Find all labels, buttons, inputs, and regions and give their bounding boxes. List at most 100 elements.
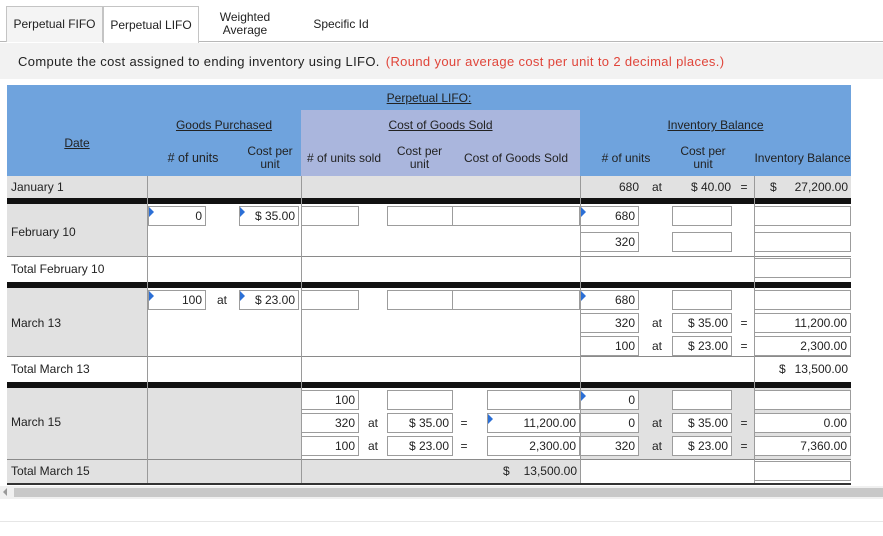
date-jan1: January 1 bbox=[11, 180, 64, 194]
inventory-balance-header: Inventory Balance bbox=[667, 118, 764, 132]
horizontal-scrollbar[interactable] bbox=[0, 486, 883, 499]
mar13-balance-units-3-input[interactable]: 100 bbox=[580, 336, 639, 356]
jan1-balance-cost: $ 40.00 bbox=[690, 180, 731, 194]
tab-perpetual-fifo[interactable]: Perpetual FIFO bbox=[6, 6, 103, 42]
mar15-balance-total-2-input[interactable]: 0.00 bbox=[754, 413, 851, 433]
feb10-balance-total-1-input[interactable] bbox=[754, 206, 851, 226]
tab-weighted-average[interactable]: Weighted Average bbox=[205, 6, 285, 42]
date-mar15: March 15 bbox=[11, 415, 62, 429]
mar15-sold-cost-3-input[interactable]: $ 23.00 bbox=[387, 436, 453, 456]
input-flag-icon bbox=[240, 207, 245, 217]
mar13-balance-cost-2-input[interactable]: $ 35.00 bbox=[672, 313, 732, 333]
mar13-balance-units-3-value: 100 bbox=[614, 339, 635, 353]
mar15-sold-cost-2-input[interactable]: $ 35.00 bbox=[387, 413, 453, 433]
mar13-balance-units-2-value: 320 bbox=[614, 316, 635, 330]
mar15-balance-units-1-input[interactable]: 0 bbox=[580, 390, 639, 410]
mar15-sold-units-3-value: 100 bbox=[334, 439, 355, 453]
feb10-total-balance-input[interactable] bbox=[754, 258, 851, 278]
mar13-purchased-units-input[interactable]: 100 bbox=[148, 290, 206, 310]
goods-purchased-header: Goods Purchased bbox=[175, 118, 273, 132]
mar15-balance-cost-3-input[interactable]: $ 23.00 bbox=[672, 436, 732, 456]
jan1-eq: = bbox=[740, 180, 748, 194]
mar13-purchased-cost-input[interactable]: $ 23.00 bbox=[239, 290, 299, 310]
cogs-header: Cost of Goods Sold bbox=[463, 151, 569, 165]
mar15-cogs-2-input[interactable]: 11,200.00 bbox=[487, 413, 580, 433]
feb10-purchased-units-input[interactable]: 0 bbox=[148, 206, 206, 226]
scrollbar-thumb[interactable] bbox=[14, 488, 883, 497]
mar13-balance-total-3-input[interactable]: 2,300.00 bbox=[754, 336, 851, 356]
mar15-sold-eq-3: = bbox=[460, 439, 468, 453]
mar15-balance-total-1-input[interactable] bbox=[754, 390, 851, 410]
mar15-balance-units-3-input[interactable]: 320 bbox=[580, 436, 639, 456]
mar13-balance-total-1-input[interactable] bbox=[754, 290, 851, 310]
tab-bar: Perpetual FIFO Perpetual LIFO Weighted A… bbox=[0, 0, 883, 43]
feb10-sold-cost-input[interactable] bbox=[387, 206, 453, 226]
mar15-cogs-1-input[interactable] bbox=[487, 390, 580, 410]
separator-feb10 bbox=[7, 198, 851, 204]
input-flag-icon bbox=[581, 291, 586, 301]
mar13-balance-units-1-value: 680 bbox=[614, 293, 635, 307]
mar13-at-2: at bbox=[651, 316, 662, 330]
mar13-balance-cost-2-value: $ 35.00 bbox=[687, 316, 728, 330]
mar13-balance-total-2-input[interactable]: 11,200.00 bbox=[754, 313, 851, 333]
date-feb10-total: Total February 10 bbox=[11, 262, 105, 276]
mar15-sold-units-2-input[interactable]: 320 bbox=[301, 413, 359, 433]
mar13-cogs-input[interactable] bbox=[452, 290, 580, 310]
mar13-total-dollar: $ bbox=[779, 362, 786, 376]
feb10-purchased-cost-input[interactable]: $ 35.00 bbox=[239, 206, 299, 226]
feb10-cogs-input[interactable] bbox=[452, 206, 580, 226]
mar15-sold-cost-1-input[interactable] bbox=[387, 390, 453, 410]
mar15-balance-units-1-value: 0 bbox=[628, 393, 635, 407]
mar15-balance-cost-1-input[interactable] bbox=[672, 390, 732, 410]
balance-cost-header: Cost per unit bbox=[680, 144, 726, 171]
mar13-balance-cost-3-input[interactable]: $ 23.00 bbox=[672, 336, 732, 356]
mar15-balance-total-3-input[interactable]: 7,360.00 bbox=[754, 436, 851, 456]
mar15-balance-cost-2-value: $ 35.00 bbox=[687, 416, 728, 430]
mar15-cogs-3-input[interactable]: 2,300.00 bbox=[487, 436, 580, 456]
input-flag-icon bbox=[240, 291, 245, 301]
mar15-sold-units-3-input[interactable]: 100 bbox=[301, 436, 359, 456]
mar13-sold-units-input[interactable] bbox=[301, 290, 359, 310]
mar15-balance-units-2-input[interactable]: 0 bbox=[580, 413, 639, 433]
jan1-balance-units: 680 bbox=[618, 180, 639, 194]
table-title: Perpetual LIFO: bbox=[386, 91, 472, 105]
scroll-left-arrow-icon[interactable] bbox=[3, 488, 7, 496]
tab-specific-id[interactable]: Specific Id bbox=[296, 6, 386, 42]
tab-perpetual-lifo[interactable]: Perpetual LIFO bbox=[103, 6, 199, 43]
mar15-sold-at-2: at bbox=[367, 416, 378, 430]
mar13-balance-units-1-input[interactable]: 680 bbox=[580, 290, 639, 310]
mar13-at-3: at bbox=[651, 339, 662, 353]
date-mar13-total: Total March 13 bbox=[11, 362, 90, 376]
mar15-cogs-3-value: 2,300.00 bbox=[529, 439, 576, 453]
balance-units-header: # of units bbox=[601, 151, 651, 165]
feb10-balance-units-2-input[interactable]: 320 bbox=[580, 232, 639, 252]
date-col-header: Date bbox=[64, 136, 90, 150]
feb10-balance-total-2-input[interactable] bbox=[754, 232, 851, 252]
mar15-balance-cost-2-input[interactable]: $ 35.00 bbox=[672, 413, 732, 433]
mar13-total-balance: 13,500.00 bbox=[794, 362, 848, 376]
mar13-balance-total-2-value: 11,200.00 bbox=[794, 316, 848, 330]
feb10-balance-units-1-input[interactable]: 680 bbox=[580, 206, 639, 226]
mar15-sold-cost-3-value: $ 23.00 bbox=[408, 439, 449, 453]
balance-total-header: Inventory Balance bbox=[754, 150, 851, 165]
mar15-total-balance-input[interactable] bbox=[754, 461, 851, 481]
mar15-sold-cost-2-value: $ 35.00 bbox=[408, 416, 449, 430]
mar13-balance-cost-1-input[interactable] bbox=[672, 290, 732, 310]
mar15-sold-units-1-input[interactable]: 100 bbox=[301, 390, 359, 410]
mar15-total-dollar: $ bbox=[503, 464, 510, 478]
date-mar15-total: Total March 15 bbox=[11, 464, 90, 478]
feb10-balance-units-2-value: 320 bbox=[614, 235, 635, 249]
line-mar15-total bbox=[7, 459, 851, 460]
feb10-sold-units-input[interactable] bbox=[301, 206, 359, 226]
line-feb-total bbox=[7, 256, 851, 257]
mar13-balance-units-2-input[interactable]: 320 bbox=[580, 313, 639, 333]
mar13-purchased-cost-value: $ 23.00 bbox=[254, 293, 295, 307]
date-feb10: February 10 bbox=[11, 225, 76, 239]
feb10-balance-cost-1-input[interactable] bbox=[672, 206, 732, 226]
question-text: Compute the cost assigned to ending inve… bbox=[18, 53, 380, 69]
rounding-note: (Round your average cost per unit to 2 d… bbox=[385, 53, 725, 69]
tab-weighted-average-label: Weighted Average bbox=[219, 10, 271, 37]
mar15-balance-cost-3-value: $ 23.00 bbox=[687, 439, 728, 453]
mar13-sold-cost-input[interactable] bbox=[387, 290, 453, 310]
feb10-balance-cost-2-input[interactable] bbox=[672, 232, 732, 252]
